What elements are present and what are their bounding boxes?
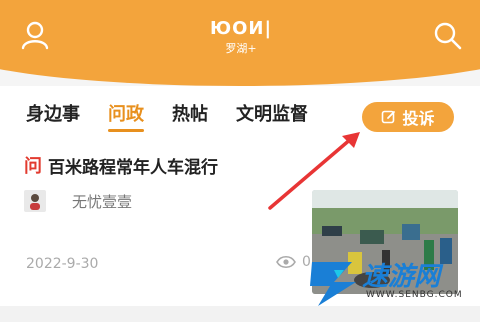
app-header: ЮOИ| 罗湖+ (0, 0, 480, 86)
tab-nearby[interactable]: 身边事 (26, 100, 80, 126)
tab-inquiry[interactable]: 问政 (108, 100, 144, 132)
search-icon (434, 22, 462, 50)
bottom-divider (0, 306, 480, 322)
author-name: 无忧壹壹 (72, 192, 133, 211)
post-date: 2022-9-30 (26, 256, 99, 272)
eye-icon (276, 255, 296, 269)
tab-hot-posts[interactable]: 热帖 (172, 100, 208, 126)
complain-button-label: 投诉 (402, 109, 435, 128)
app-logo: ЮOИ| 罗湖+ (206, 18, 276, 68)
watermark-url: WWW.SENBG.COM (366, 290, 463, 300)
avatar (24, 190, 46, 212)
logo-subtitle: 罗湖+ (225, 42, 257, 55)
avatar-icon (30, 194, 40, 210)
tab-bar: 身边事 问政 热帖 文明监督 (26, 100, 336, 132)
watermark-logo-icon (310, 262, 356, 306)
post-title-row[interactable]: 问 百米路程常年人车混行 (24, 152, 218, 178)
edit-icon (382, 110, 396, 124)
user-icon (21, 21, 49, 50)
watermark: 速游网 WWW.SENBG.COM (304, 250, 480, 314)
post-title: 百米路程常年人车混行 (48, 157, 218, 178)
post-author[interactable]: 无忧壹壹 (24, 190, 132, 212)
logo-mark: ЮOИ| (209, 18, 273, 39)
tab-civility-supervision[interactable]: 文明监督 (236, 100, 308, 126)
watermark-brand: 速游网 (362, 262, 441, 292)
profile-button[interactable] (20, 20, 50, 50)
complain-button[interactable]: 投诉 (362, 102, 454, 132)
inquiry-badge: 问 (24, 156, 42, 177)
search-button[interactable] (432, 20, 462, 50)
